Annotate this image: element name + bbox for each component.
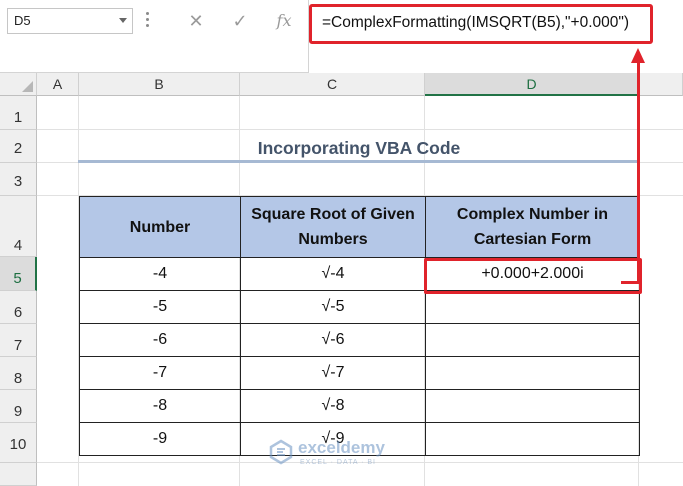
select-all-button[interactable]: [0, 73, 37, 96]
column-header-d[interactable]: D: [425, 73, 639, 96]
header-complex-number[interactable]: Complex Number in Cartesian Form: [425, 196, 640, 258]
cell-complex[interactable]: [425, 422, 640, 456]
formula-input[interactable]: =ComplexFormatting(IMSQRT(B5),"+0.000"): [309, 4, 653, 44]
cell-number[interactable]: -6: [79, 323, 241, 357]
cell-complex[interactable]: [425, 356, 640, 390]
data-table: Number Square Root of Given Numbers Comp…: [79, 196, 640, 456]
annotation-arrow-connector: [621, 281, 640, 284]
cell-root[interactable]: √-6: [240, 323, 426, 357]
watermark-tagline: EXCEL · DATA · BI: [300, 459, 376, 466]
cell-complex[interactable]: [425, 323, 640, 357]
table-row: -6 √-6: [79, 323, 640, 357]
column-header-e[interactable]: [639, 73, 683, 96]
sheet-title[interactable]: Incorporating VBA Code: [78, 134, 640, 163]
row-header-9[interactable]: 9: [0, 390, 37, 423]
gridline: [37, 129, 683, 130]
formula-bar: D5 ✕ ✓ fx =ComplexFormatting(IMSQRT(B5),…: [0, 0, 683, 73]
row-header-1[interactable]: 1: [0, 96, 37, 130]
cell-root[interactable]: √-7: [240, 356, 426, 390]
chevron-down-icon[interactable]: [119, 18, 127, 23]
enter-icon[interactable]: ✓: [226, 9, 254, 33]
row-header-6[interactable]: 6: [0, 291, 37, 324]
name-box[interactable]: D5: [7, 8, 133, 34]
cell-root[interactable]: √-5: [240, 290, 426, 324]
annotation-arrow-shaft: [637, 62, 640, 284]
header-number[interactable]: Number: [79, 196, 241, 258]
arrow-up-icon: [631, 48, 645, 63]
table-row: -7 √-7: [79, 356, 640, 390]
cell-complex[interactable]: [425, 290, 640, 324]
watermark-name: exceldemy: [298, 438, 385, 457]
header-square-root[interactable]: Square Root of Given Numbers: [240, 196, 426, 258]
row-header-7[interactable]: 7: [0, 324, 37, 357]
column-header-a[interactable]: A: [37, 73, 79, 96]
row-header-11[interactable]: [0, 463, 37, 486]
column-header-b[interactable]: B: [79, 73, 240, 96]
row-header-10[interactable]: 10: [0, 423, 37, 463]
watermark: exceldemy EXCEL · DATA · BI: [268, 436, 408, 472]
row-header-4[interactable]: 4: [0, 196, 37, 257]
exceldemy-logo-icon: [269, 439, 293, 465]
cell-number[interactable]: -7: [79, 356, 241, 390]
table-row: -8 √-8: [79, 389, 640, 423]
insert-function-icon[interactable]: fx: [270, 9, 298, 33]
title-underline: [78, 160, 638, 163]
column-header-c[interactable]: C: [240, 73, 425, 96]
cancel-icon[interactable]: ✕: [182, 9, 210, 33]
drag-handle-icon[interactable]: [146, 12, 149, 30]
cell-number[interactable]: -9: [79, 422, 241, 456]
row-header-3[interactable]: 3: [0, 163, 37, 196]
row-header-5[interactable]: 5: [0, 257, 37, 291]
cell-number[interactable]: -5: [79, 290, 241, 324]
row-header-8[interactable]: 8: [0, 357, 37, 390]
selected-cell-highlight: [424, 258, 642, 294]
cell-number[interactable]: -4: [79, 257, 241, 291]
table-row: -5 √-5: [79, 290, 640, 324]
cell-number[interactable]: -8: [79, 389, 241, 423]
name-box-value: D5: [14, 13, 31, 28]
cell-root[interactable]: √-8: [240, 389, 426, 423]
table-header-row: Number Square Root of Given Numbers Comp…: [79, 196, 640, 258]
cell-root[interactable]: √-4: [240, 257, 426, 291]
cell-complex[interactable]: [425, 389, 640, 423]
row-header-2[interactable]: 2: [0, 130, 37, 163]
